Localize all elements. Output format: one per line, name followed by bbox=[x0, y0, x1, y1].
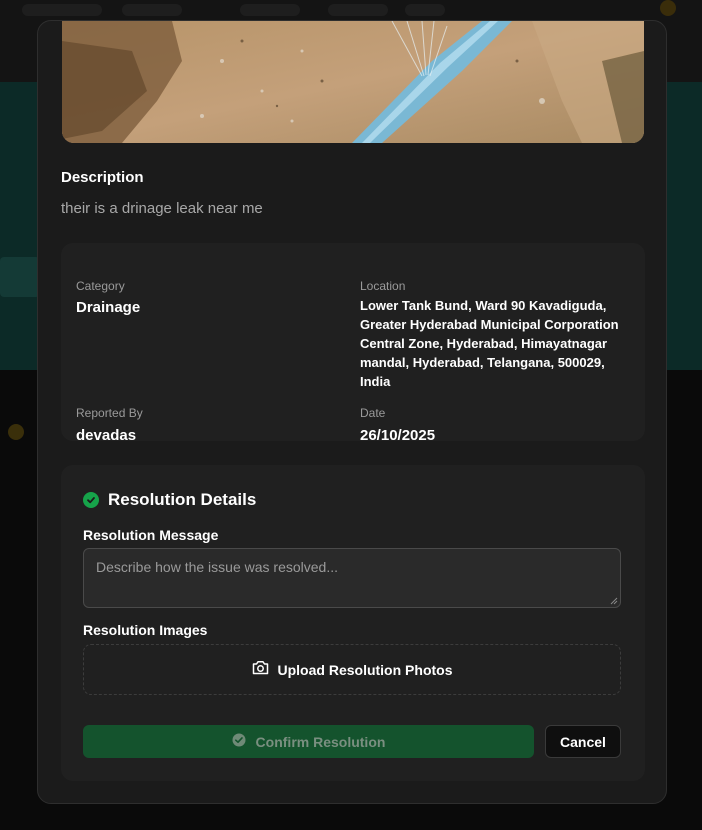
resize-handle-icon[interactable] bbox=[610, 597, 618, 605]
location-value: Lower Tank Bund, Ward 90 Kavadiguda, Gre… bbox=[360, 298, 619, 389]
cancel-button[interactable]: Cancel bbox=[545, 725, 621, 758]
background-nav-item bbox=[328, 4, 388, 16]
upload-photos-label: Upload Resolution Photos bbox=[277, 661, 453, 678]
reported-by-label: Reported By bbox=[76, 406, 143, 420]
issue-detail-modal: Description their is a drinage leak near… bbox=[37, 20, 667, 804]
description-text: their is a drinage leak near me bbox=[61, 200, 263, 217]
resolution-card: Resolution Details Resolution Message Re… bbox=[61, 465, 645, 781]
date-label: Date bbox=[360, 406, 386, 420]
location-label: Location bbox=[360, 279, 406, 293]
description-heading: Description bbox=[61, 169, 144, 186]
issue-photo bbox=[62, 21, 644, 143]
check-circle-icon bbox=[83, 492, 99, 508]
background-nav-item bbox=[240, 4, 300, 16]
reported-by-value: devadas bbox=[76, 427, 137, 444]
background-nav-item bbox=[405, 4, 445, 16]
background-nav-item bbox=[22, 4, 102, 16]
category-value: Drainage bbox=[76, 299, 141, 316]
resolution-message-input[interactable] bbox=[83, 548, 621, 608]
check-circle-icon bbox=[232, 733, 246, 750]
background-icon bbox=[8, 424, 24, 440]
resolution-title: Resolution Details bbox=[83, 490, 256, 510]
background-nav-item bbox=[122, 4, 182, 16]
category-label: Category bbox=[76, 279, 125, 293]
issue-details-card: Category Drainage Location Lower Tank Bu… bbox=[61, 243, 645, 444]
resolution-images-label: Resolution Images bbox=[83, 622, 208, 638]
confirm-resolution-label: Confirm Resolution bbox=[255, 733, 386, 750]
confirm-resolution-button[interactable]: Confirm Resolution bbox=[83, 725, 534, 758]
camera-icon bbox=[252, 660, 269, 680]
resolution-title-text: Resolution Details bbox=[108, 490, 257, 509]
resolution-message-label: Resolution Message bbox=[83, 527, 219, 543]
background-hero-text bbox=[0, 257, 40, 297]
background-avatar bbox=[660, 0, 676, 16]
date-value: 26/10/2025 bbox=[360, 427, 436, 444]
upload-photos-dropzone[interactable]: Upload Resolution Photos bbox=[83, 644, 621, 695]
